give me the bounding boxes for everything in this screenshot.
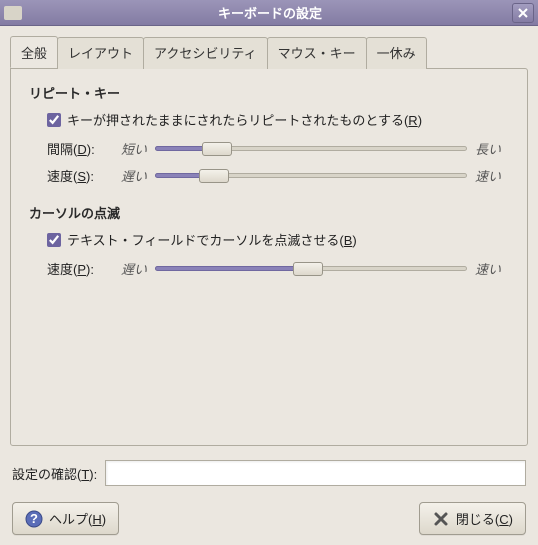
repeat-speed-left: 遅い — [113, 166, 147, 185]
help-icon: ? — [25, 510, 43, 528]
tab-layout[interactable]: レイアウト — [57, 37, 144, 69]
cursor-speed-right: 速い — [475, 259, 509, 278]
cursor-section: カーソルの点滅 テキスト・フィールドでカーソルを点滅させる(B) 速度(P): … — [29, 203, 509, 278]
cursor-speed-row: 速度(P): 遅い 速い — [47, 259, 509, 278]
repeat-title: リピート・キー — [29, 83, 509, 102]
tab-bar: 全般 レイアウト アクセシビリティ マウス・キー 一休み — [10, 36, 528, 68]
repeat-delay-row: 間隔(D): 短い 長い — [47, 139, 509, 158]
repeat-speed-right: 速い — [475, 166, 509, 185]
cursor-checkbox-label: テキスト・フィールドでカーソルを点滅させる(B) — [67, 230, 357, 249]
tab-mouse-keys[interactable]: マウス・キー — [267, 37, 367, 69]
window-icon — [4, 6, 22, 20]
repeat-delay-right: 長い — [475, 139, 509, 158]
help-button[interactable]: ? ヘルプ(H) — [12, 502, 119, 535]
repeat-delay-left: 短い — [113, 139, 147, 158]
confirm-input[interactable] — [105, 460, 526, 486]
cursor-speed-slider[interactable] — [155, 260, 467, 278]
tab-accessibility[interactable]: アクセシビリティ — [143, 37, 268, 69]
tab-general[interactable]: 全般 — [10, 36, 58, 68]
tab-break[interactable]: 一休み — [366, 37, 427, 69]
cursor-checkbox-row[interactable]: テキスト・フィールドでカーソルを点滅させる(B) — [47, 230, 509, 249]
repeat-speed-row: 速度(S): 遅い 速い — [47, 166, 509, 185]
window-body: 全般 レイアウト アクセシビリティ マウス・キー 一休み リピート・キー キーが… — [0, 26, 538, 545]
cursor-speed-label: 速度(P): — [47, 259, 105, 278]
titlebar: キーボードの設定 — [0, 0, 538, 26]
cursor-checkbox[interactable] — [47, 233, 61, 247]
close-button[interactable]: 閉じる(C) — [419, 502, 526, 535]
window-title: キーボードの設定 — [28, 3, 512, 22]
close-icon — [432, 510, 450, 528]
confirm-row: 設定の確認(T): — [12, 460, 526, 486]
close-window-icon[interactable] — [512, 3, 534, 23]
repeat-section: リピート・キー キーが押されたままにされたらリピートされたものとする(R) 間隔… — [29, 83, 509, 185]
cursor-speed-left: 遅い — [113, 259, 147, 278]
help-button-label: ヘルプ(H) — [49, 509, 106, 528]
repeat-checkbox[interactable] — [47, 113, 61, 127]
repeat-checkbox-row[interactable]: キーが押されたままにされたらリピートされたものとする(R) — [47, 110, 509, 129]
close-button-label: 閉じる(C) — [456, 509, 513, 528]
cursor-title: カーソルの点滅 — [29, 203, 509, 222]
tab-panel-general: リピート・キー キーが押されたままにされたらリピートされたものとする(R) 間隔… — [10, 68, 528, 446]
repeat-speed-slider[interactable] — [155, 167, 467, 185]
confirm-label: 設定の確認(T): — [12, 464, 97, 483]
repeat-delay-label: 間隔(D): — [47, 139, 105, 158]
svg-text:?: ? — [30, 511, 38, 526]
repeat-speed-label: 速度(S): — [47, 166, 105, 185]
repeat-delay-slider[interactable] — [155, 140, 467, 158]
button-row: ? ヘルプ(H) 閉じる(C) — [12, 502, 526, 535]
repeat-checkbox-label: キーが押されたままにされたらリピートされたものとする(R) — [67, 110, 422, 129]
